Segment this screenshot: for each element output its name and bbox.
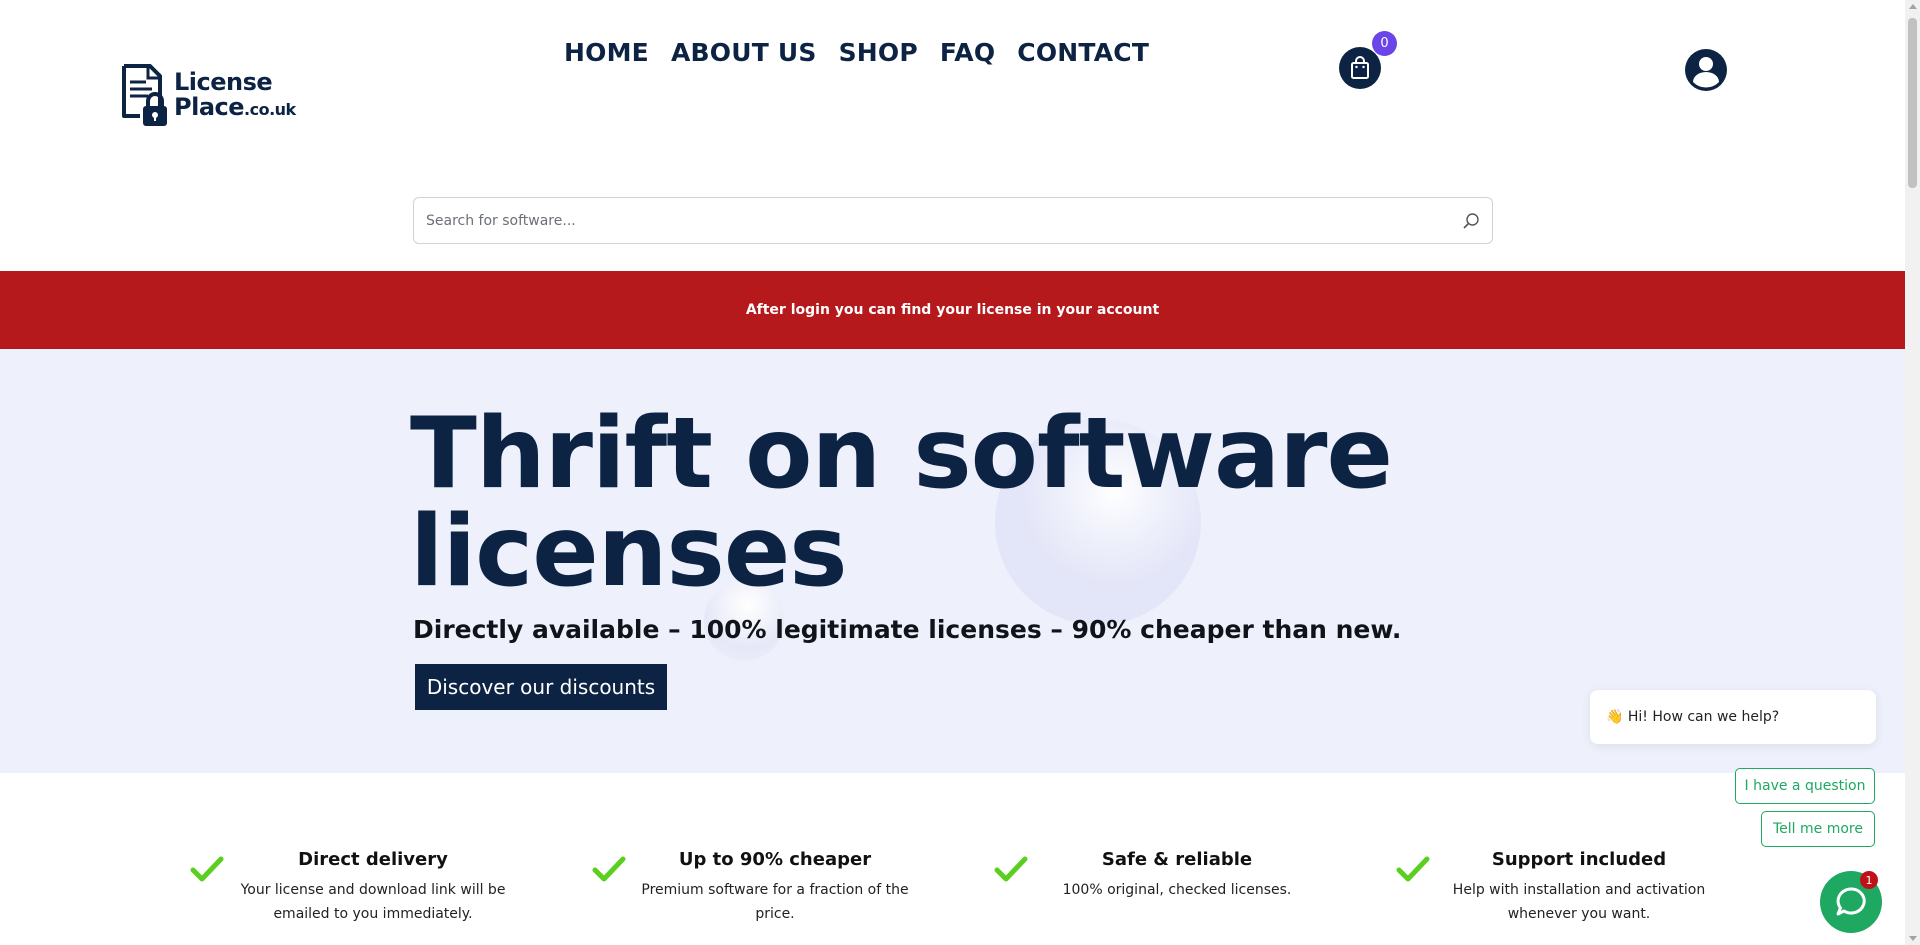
scroll-up-arrow-icon[interactable] xyxy=(1909,4,1917,9)
page-scrollbar[interactable] xyxy=(1905,0,1920,945)
hero-subtitle: Directly available – 100% legitimate lic… xyxy=(413,615,1402,644)
nav-contact[interactable]: CONTACT xyxy=(1017,38,1149,67)
discover-discounts-button[interactable]: Discover our discounts xyxy=(415,664,667,710)
feature-text-line1: Premium software for a fraction of the xyxy=(641,882,909,898)
shopping-bag-icon xyxy=(1351,56,1369,79)
chat-unread-badge: 1 xyxy=(1860,871,1878,889)
feature-text-line2: price. xyxy=(755,906,795,922)
hero-title-line2: licenses xyxy=(410,495,848,609)
nav-home[interactable]: HOME xyxy=(564,38,649,67)
chat-option-tell-more[interactable]: Tell me more xyxy=(1761,811,1875,847)
feature-text-line2: whenever you want. xyxy=(1507,906,1651,922)
nav-faq[interactable]: FAQ xyxy=(940,38,995,67)
feature-text-line1: Your license and download link will be xyxy=(240,882,506,898)
check-icon xyxy=(592,856,626,882)
feature-title: Support included xyxy=(1491,849,1667,870)
feature-cheaper: Up to 90% cheaper Premium software for a… xyxy=(592,849,930,926)
scroll-down-arrow-icon[interactable] xyxy=(1909,936,1917,941)
nav-shop[interactable]: SHOP xyxy=(839,38,918,67)
features-section: Direct delivery Your license and downloa… xyxy=(0,773,1905,945)
search-input[interactable] xyxy=(426,212,1462,229)
feature-direct-delivery: Direct delivery Your license and downloa… xyxy=(190,849,528,926)
hero-title: Thrift on software licenses xyxy=(410,405,1410,601)
main-nav: HOME ABOUT US SHOP FAQ CONTACT xyxy=(564,38,1149,67)
check-icon xyxy=(1396,856,1430,882)
nav-about-us[interactable]: ABOUT US xyxy=(671,38,817,67)
feature-title: Direct delivery xyxy=(298,849,448,870)
hero-title-line1: Thrift on software xyxy=(410,397,1393,511)
logo-line2: Place xyxy=(174,93,245,121)
search-icon[interactable] xyxy=(1462,212,1480,230)
check-icon xyxy=(994,856,1028,882)
logo[interactable]: License Place.co.uk xyxy=(118,62,296,128)
cart-count-badge: 0 xyxy=(1372,31,1397,56)
chat-icon xyxy=(1836,887,1866,916)
user-avatar-icon[interactable] xyxy=(1684,48,1728,92)
scrollbar-thumb[interactable] xyxy=(1908,18,1917,188)
chat-option-question[interactable]: I have a question xyxy=(1735,768,1875,804)
feature-title: Up to 90% cheaper xyxy=(678,849,872,870)
logo-line1: License xyxy=(174,68,273,96)
check-icon xyxy=(190,856,224,882)
document-lock-icon xyxy=(122,64,167,126)
login-notice-banner: After login you can find your license in… xyxy=(0,271,1905,349)
feature-text-line1: 100% original, checked licenses. xyxy=(1062,882,1292,898)
feature-text-line2: emailed to you immediately. xyxy=(273,906,473,922)
feature-text-line1: Help with installation and activation xyxy=(1452,882,1706,898)
feature-safe-reliable: Safe & reliable 100% original, checked l… xyxy=(994,849,1332,902)
logo-suffix: .co.uk xyxy=(244,100,296,119)
search-box xyxy=(413,197,1493,244)
feature-title: Safe & reliable xyxy=(1101,849,1253,870)
chat-greeting[interactable]: 👋 Hi! How can we help? xyxy=(1590,690,1876,744)
notice-text: After login you can find your license in… xyxy=(745,302,1160,318)
cart-button[interactable] xyxy=(1339,47,1381,89)
feature-support: Support included Help with installation … xyxy=(1396,849,1734,926)
